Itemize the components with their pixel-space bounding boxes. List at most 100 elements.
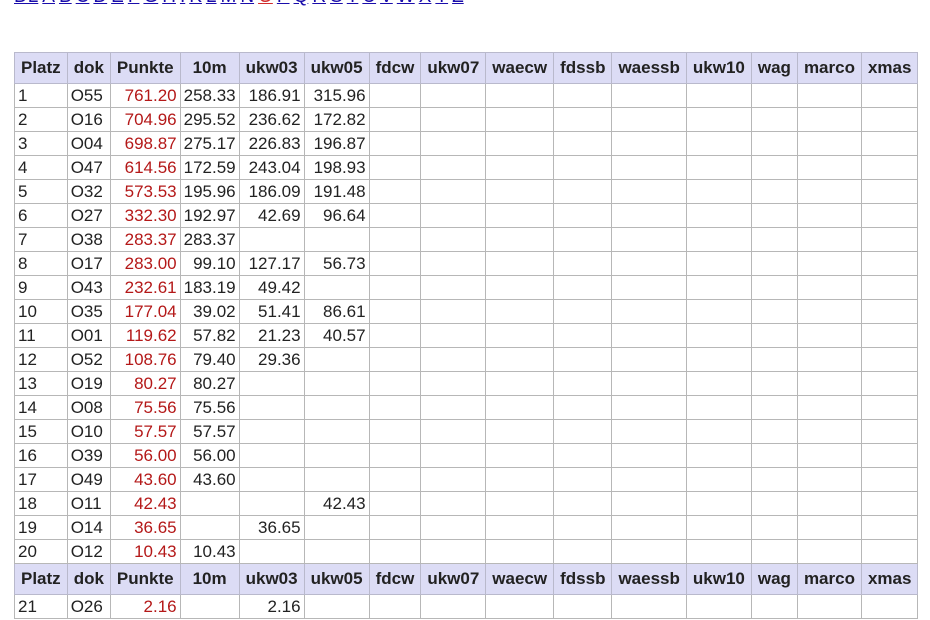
- cell-platz: 10: [14, 299, 68, 324]
- cell-ukw03: 42.69: [238, 203, 305, 228]
- nav-link-s[interactable]: S: [330, 0, 343, 7]
- cell-ukw07: [420, 203, 487, 228]
- nav-link-h[interactable]: H: [162, 0, 176, 7]
- cell-fdssb: [553, 83, 613, 108]
- cell-10m: 56.00: [179, 443, 240, 468]
- cell-waessb: [611, 251, 687, 276]
- cell-ukw05: 86.61: [303, 299, 370, 324]
- cell-ukw10: [685, 491, 752, 516]
- column-header-fdcw: fdcw: [368, 52, 422, 84]
- cell-xmas: [860, 539, 919, 564]
- cell-wag: [750, 227, 798, 252]
- cell-ukw10: [685, 594, 752, 619]
- column-header-ukw03: ukw03: [238, 52, 305, 84]
- cell-waecw: [485, 347, 555, 372]
- cell-wag: [750, 371, 798, 396]
- cell-10m: [179, 594, 240, 619]
- cell-platz: 19: [14, 515, 68, 540]
- cell-wag: [750, 539, 798, 564]
- cell-ukw10: [685, 275, 752, 300]
- nav-link-t[interactable]: T: [347, 0, 359, 7]
- cell-waecw: [485, 371, 555, 396]
- cell-fdssb: [553, 594, 613, 619]
- cell-waessb: [611, 395, 687, 420]
- cell-ukw07: [420, 467, 487, 492]
- cell-ukw05: [303, 594, 370, 619]
- nav-link-a[interactable]: A: [42, 0, 55, 7]
- cell-dok: O26: [66, 594, 111, 619]
- nav-link-u[interactable]: U: [362, 0, 376, 7]
- table-row: 11 O01 119.62 57.82 21.23 40.57: [14, 323, 919, 348]
- nav-link-l[interactable]: L: [206, 0, 217, 7]
- cell-punkte: 56.00: [109, 443, 181, 468]
- nav-link-o[interactable]: O: [258, 0, 273, 7]
- cell-waecw: [485, 251, 555, 276]
- cell-marco: [796, 515, 862, 540]
- cell-waecw: [485, 227, 555, 252]
- cell-xmas: [860, 275, 919, 300]
- cell-platz: 9: [14, 275, 68, 300]
- cell-ukw05: 191.48: [303, 179, 370, 204]
- ranking-table: Platz dok Punkte 10m ukw03 ukw05 fdcw ukw07 waec…: [14, 52, 919, 619]
- nav-link-m[interactable]: M: [221, 0, 237, 7]
- cell-ukw07: [420, 179, 487, 204]
- nav-link-p[interactable]: P: [277, 0, 290, 7]
- nav-link-d[interactable]: D: [93, 0, 107, 7]
- nav-link-i[interactable]: I: [180, 0, 185, 7]
- cell-wag: [750, 299, 798, 324]
- nav-link-e[interactable]: E: [111, 0, 124, 7]
- cell-ukw05: 42.43: [303, 491, 370, 516]
- cell-dok: O01: [66, 323, 111, 348]
- cell-10m: 10.43: [179, 539, 240, 564]
- cell-10m: [179, 491, 240, 516]
- cell-fdcw: [368, 419, 422, 444]
- nav-link-f[interactable]: F: [128, 0, 140, 7]
- cell-ukw03: 236.62: [238, 107, 305, 132]
- nav-link-r[interactable]: R: [312, 0, 326, 7]
- letter-nav: DL ABCDEFGHIKLMNOPQRSTUVWXYZ: [14, 0, 468, 7]
- nav-link-z[interactable]: Z: [452, 0, 464, 7]
- ranking-table-wrapper: Platz dok Punkte 10m ukw03 ukw05 fdcw ukw07 waec…: [14, 52, 919, 619]
- nav-link-w[interactable]: W: [397, 0, 415, 7]
- cell-platz: 4: [14, 155, 68, 180]
- cell-ukw07: [420, 539, 487, 564]
- cell-xmas: [860, 443, 919, 468]
- cell-ukw03: 36.65: [238, 515, 305, 540]
- table-header-row: Platz dok Punkte 10m ukw03 ukw05 fdcw ukw07 waec…: [14, 563, 919, 595]
- column-header-marco: marco: [796, 563, 862, 595]
- cell-ukw07: [420, 371, 487, 396]
- cell-ukw05: 96.64: [303, 203, 370, 228]
- cell-10m: 39.02: [179, 299, 240, 324]
- column-header-wag: wag: [750, 52, 798, 84]
- cell-xmas: [860, 323, 919, 348]
- nav-link-x[interactable]: X: [419, 0, 432, 7]
- cell-marco: [796, 227, 862, 252]
- cell-wag: [750, 203, 798, 228]
- nav-link-dl[interactable]: DL: [14, 0, 38, 7]
- nav-link-q[interactable]: Q: [294, 0, 309, 7]
- cell-waessb: [611, 323, 687, 348]
- cell-wag: [750, 347, 798, 372]
- nav-link-k[interactable]: K: [189, 0, 202, 7]
- cell-punkte: 10.43: [109, 539, 181, 564]
- cell-waecw: [485, 299, 555, 324]
- nav-link-v[interactable]: V: [380, 0, 393, 7]
- cell-fdcw: [368, 395, 422, 420]
- nav-link-c[interactable]: C: [76, 0, 90, 7]
- cell-platz: 6: [14, 203, 68, 228]
- cell-punkte: 119.62: [109, 323, 181, 348]
- cell-ukw07: [420, 155, 487, 180]
- cell-platz: 15: [14, 419, 68, 444]
- cell-waessb: [611, 179, 687, 204]
- cell-platz: 8: [14, 251, 68, 276]
- cell-punkte: 80.27: [109, 371, 181, 396]
- cell-punkte: 177.04: [109, 299, 181, 324]
- nav-link-y[interactable]: Y: [435, 0, 448, 7]
- cell-waessb: [611, 539, 687, 564]
- column-header-platz: Platz: [14, 52, 68, 84]
- cell-waecw: [485, 539, 555, 564]
- nav-link-g[interactable]: G: [143, 0, 158, 7]
- cell-fdssb: [553, 419, 613, 444]
- nav-link-b[interactable]: B: [59, 0, 72, 7]
- nav-link-n[interactable]: N: [240, 0, 254, 7]
